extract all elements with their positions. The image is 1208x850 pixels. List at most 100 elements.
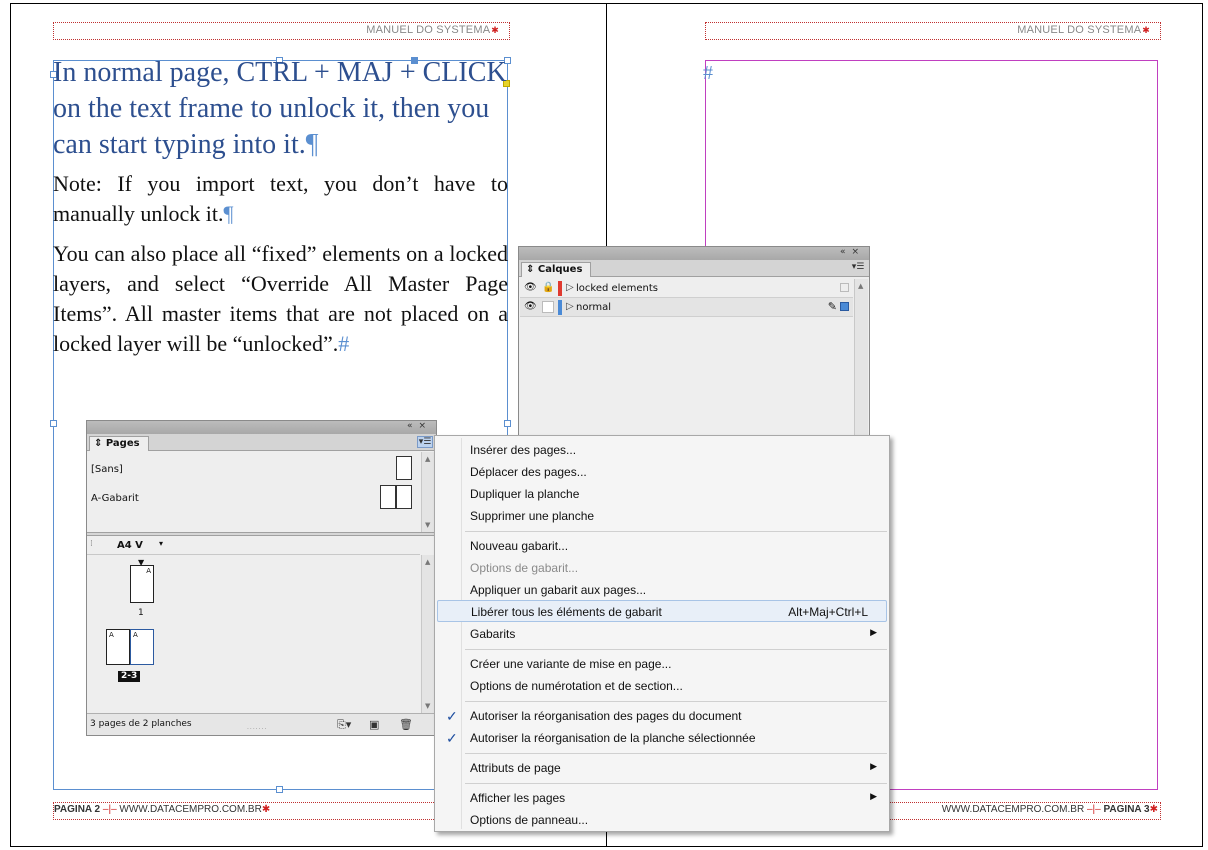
page-1-master-letter: A — [146, 567, 151, 575]
menu-separator — [465, 701, 887, 702]
menu-item-create-alternate-layout[interactable]: Créer une variante de mise en page... — [437, 653, 887, 675]
chevron-down-icon[interactable]: ▾ — [159, 539, 163, 548]
new-page-icon[interactable]: ▣ — [369, 718, 379, 731]
close-icon[interactable]: × — [851, 247, 865, 257]
header-frame-left[interactable]: MANUEL DO SYSTEMA✱ — [53, 22, 510, 40]
panel-menu-icon[interactable]: ▾☰ — [850, 262, 866, 274]
tab-calques[interactable]: ⇕ Calques — [521, 262, 592, 277]
layer-color-swatch — [558, 300, 562, 315]
edit-page-size-icon[interactable]: ⎘▾ — [337, 718, 351, 732]
spread-2-3-label: 2-3 — [118, 671, 141, 682]
eye-icon[interactable]: 👁 — [524, 301, 537, 313]
footer-text-right: WWW.DATACEMPRO.COM.BR –|– PAGINA 3✱ — [941, 804, 1158, 815]
layers-panel-tabbar: ⇕ Calques ▾☰ — [519, 260, 869, 277]
frame-handle-bottom[interactable] — [276, 786, 283, 793]
tab-pages[interactable]: ⇕ Pages — [89, 436, 149, 451]
submenu-arrow-icon: ▶ — [870, 791, 877, 801]
expand-triangle-icon[interactable]: ▷ — [566, 282, 574, 293]
master-a-gabarit[interactable]: A-Gabarit — [91, 493, 139, 504]
layer-selection-square[interactable] — [840, 283, 849, 292]
page-2-master-letter: A — [109, 631, 114, 639]
expand-triangle-icon[interactable]: ▷ — [566, 301, 574, 312]
note-paragraph: Note: If you import text, you don’t have… — [53, 171, 508, 226]
submenu-arrow-icon: ▶ — [870, 627, 877, 637]
panel-divider[interactable] — [87, 532, 436, 536]
scroll-down-icon[interactable]: ▼ — [425, 702, 430, 710]
checkmark-icon: ✓ — [446, 730, 458, 746]
layer-name: locked elements — [576, 283, 658, 294]
layer-row-locked-elements[interactable]: 👁 🔒 ▷ locked elements — [520, 279, 853, 298]
menu-item-page-attributes[interactable]: Attributs de page ▶ — [437, 757, 887, 779]
end-of-story-mark: # — [703, 62, 713, 84]
checkmark-icon: ✓ — [446, 708, 458, 724]
scroll-up-icon[interactable]: ▲ — [425, 455, 430, 463]
page-2-thumbnail[interactable]: A — [106, 629, 130, 665]
panel-menu-icon[interactable]: ▾☰ — [417, 436, 433, 448]
menu-item-duplicate-spread[interactable]: Dupliquer la planche — [437, 483, 887, 505]
page-size-label[interactable]: A4 V — [117, 540, 143, 551]
frame-handle-left[interactable] — [50, 420, 57, 427]
scroll-up-icon[interactable]: ▲ — [858, 282, 863, 290]
page-3-thumbnail[interactable]: A — [130, 629, 154, 665]
masters-scrollbar[interactable]: ▲ ▼ — [421, 452, 435, 532]
menu-item-move-pages[interactable]: Déplacer des pages... — [437, 461, 887, 483]
master-none-thumbnail[interactable] — [396, 456, 412, 480]
layers-panel-titlebar[interactable]: «× — [519, 247, 869, 260]
pages-count-text: 3 pages de 2 planches — [90, 719, 192, 729]
layer-name: normal — [576, 302, 612, 313]
frame-handle-right[interactable] — [504, 420, 511, 427]
scroll-up-icon[interactable]: ▲ — [425, 558, 430, 566]
master-a-right-thumbnail[interactable] — [396, 485, 412, 509]
trash-icon[interactable]: 🗑 — [399, 718, 413, 731]
page-1-label: 1 — [138, 608, 144, 618]
collapse-icon[interactable]: « — [407, 421, 419, 431]
collapse-icon[interactable]: « — [840, 247, 852, 257]
layers-panel[interactable]: «× ⇕ Calques ▾☰ 👁 🔒 ▷ locked elements 👁 … — [518, 246, 870, 438]
pen-icon: ✎ — [827, 300, 837, 313]
pages-panel-menu[interactable]: Insérer des pages... Déplacer des pages.… — [434, 435, 890, 832]
menu-item-new-master[interactable]: Nouveau gabarit... — [437, 535, 887, 557]
header-frame-right[interactable]: MANUEL DO SYSTEMA✱ — [705, 22, 1161, 40]
menu-item-apply-master[interactable]: Appliquer un gabarit aux pages... — [437, 579, 887, 601]
submenu-arrow-icon: ▶ — [870, 761, 877, 771]
body-paragraph: You can also place all “fixed” elements … — [53, 241, 508, 356]
menu-item-override-all-master-items[interactable]: Libérer tous les éléments de gabarit Alt+… — [437, 600, 887, 622]
layers-scrollbar[interactable]: ▲ — [854, 279, 868, 437]
heading-paragraph: In normal page, CTRL + MAJ + CLICK on th… — [53, 57, 507, 160]
menu-item-master-options: Options de gabarit... — [470, 561, 579, 575]
menu-item-allow-selected-spread-shuffle[interactable]: ✓ Autoriser la réorganisation de la planc… — [437, 727, 887, 749]
pages-status-bar: 3 pages de 2 planches ⎘▾ ▣ 🗑 ······· — [87, 713, 436, 735]
page-1-thumbnail[interactable]: A — [130, 565, 154, 603]
grip-icon: ⁞ — [90, 539, 93, 549]
page-3-master-letter: A — [133, 631, 138, 639]
text-frame-content[interactable]: In normal page, CTRL + MAJ + CLICK on th… — [53, 55, 508, 369]
eye-icon[interactable]: 👁 — [524, 282, 537, 294]
layer-row-normal[interactable]: 👁 ▷ normal ✎ — [520, 298, 853, 317]
page-size-bar[interactable]: ⁞ A4 V ▾ — [87, 537, 420, 555]
header-text-right: MANUEL DO SYSTEMA✱ — [1017, 24, 1150, 36]
menu-item-panel-options[interactable]: Options de panneau... — [437, 809, 887, 831]
master-none[interactable]: [Sans] — [91, 464, 123, 475]
close-icon[interactable]: × — [418, 421, 432, 431]
lock-toggle-empty[interactable] — [542, 301, 554, 313]
menu-item-numbering-section-options[interactable]: Options de numérotation et de section... — [437, 675, 887, 697]
pages-panel-titlebar[interactable]: «× — [87, 421, 436, 434]
lock-icon[interactable]: 🔒 — [542, 282, 554, 294]
master-a-left-thumbnail[interactable] — [380, 485, 396, 509]
header-text-left: MANUEL DO SYSTEMA✱ — [366, 24, 499, 36]
menu-item-view-pages[interactable]: Afficher les pages ▶ — [437, 787, 887, 809]
menu-item-masters[interactable]: Gabarits ▶ — [437, 623, 887, 645]
resize-grip-icon[interactable]: ······· — [247, 726, 267, 733]
menu-item-insert-pages[interactable]: Insérer des pages... — [437, 439, 887, 461]
pages-scrollbar[interactable]: ▲ ▼ — [421, 555, 435, 713]
pages-panel[interactable]: «× ⇕ Pages ▾☰ [Sans] A-Gabarit ▲ ▼ ⁞ A4 … — [86, 420, 437, 736]
menu-separator — [465, 531, 887, 532]
menu-item-delete-spread[interactable]: Supprimer une planche — [437, 505, 887, 527]
scroll-down-icon[interactable]: ▼ — [425, 521, 430, 529]
menu-separator — [465, 649, 887, 650]
footer-text-left: PAGINA 2 –|– WWW.DATACEMPRO.COM.BR✱ — [54, 804, 271, 815]
menu-item-allow-document-pages-shuffle[interactable]: ✓ Autoriser la réorganisation des pages d… — [437, 705, 887, 727]
layer-color-swatch — [558, 281, 562, 296]
layer-selection-square[interactable] — [840, 302, 849, 311]
menu-separator — [465, 783, 887, 784]
